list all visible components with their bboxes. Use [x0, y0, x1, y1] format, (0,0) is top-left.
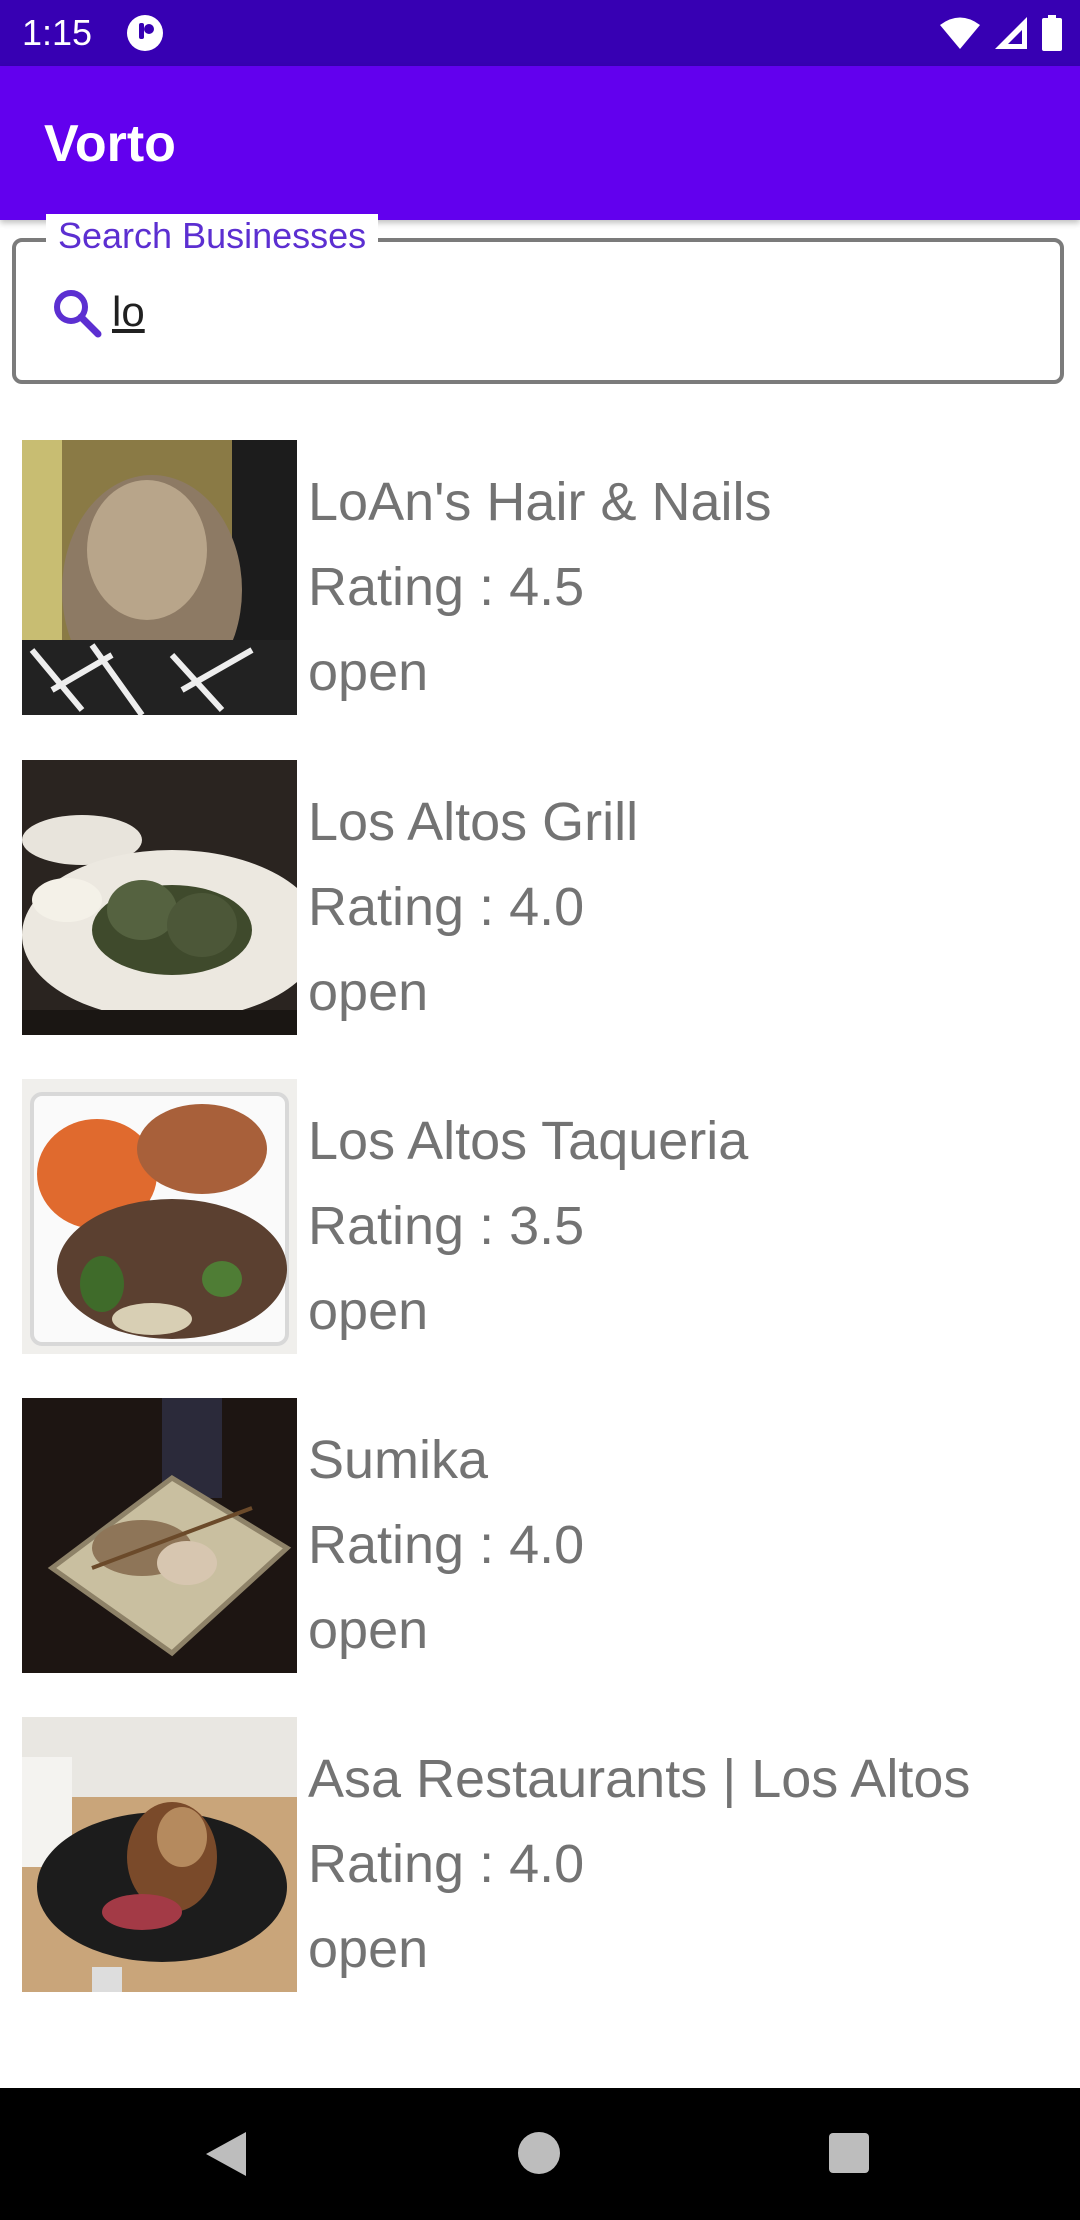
business-rating: Rating : 4.0 — [308, 1515, 585, 1575]
nav-recents-icon[interactable] — [829, 2133, 869, 2173]
status-bar: 1:15 — [0, 0, 1080, 66]
business-status: open — [308, 642, 429, 702]
app-title: Vorto — [44, 115, 176, 173]
search-icon — [54, 290, 102, 338]
cell-signal-icon — [995, 17, 1027, 49]
app-bar: Vorto — [0, 66, 1080, 220]
business-status: open — [308, 1600, 429, 1660]
business-rating: Rating : 4.0 — [308, 877, 585, 937]
business-status: open — [308, 1281, 429, 1341]
list-item[interactable]: LoAn's Hair & Nails Rating : 4.5 open — [0, 440, 1080, 716]
business-thumbnail — [22, 440, 297, 715]
business-name: Sumika — [308, 1430, 489, 1490]
business-status: open — [308, 1919, 429, 1979]
search-field[interactable]: Search Businesses — [12, 214, 1064, 384]
nav-home-icon[interactable] — [518, 2132, 560, 2174]
battery-icon — [1042, 15, 1062, 51]
business-thumbnail — [22, 1398, 297, 1673]
business-thumbnail — [22, 1079, 297, 1354]
search-input[interactable] — [112, 280, 992, 344]
business-thumbnail — [22, 1717, 297, 1992]
list-item[interactable]: Los Altos Taqueria Rating : 3.5 open — [0, 1079, 1080, 1355]
business-name: Asa Restaurants | Los Altos — [308, 1749, 971, 1809]
business-rating: Rating : 4.0 — [308, 1834, 585, 1894]
navigation-bar — [0, 2088, 1080, 2220]
business-name: Los Altos Taqueria — [308, 1111, 749, 1171]
business-rating: Rating : 3.5 — [308, 1196, 585, 1256]
search-label: Search Businesses — [46, 214, 379, 258]
list-item[interactable]: Los Altos Grill Rating : 4.0 open — [0, 760, 1080, 1036]
business-status: open — [308, 962, 429, 1022]
status-time: 1:15 — [22, 12, 93, 53]
business-thumbnail — [22, 760, 297, 1035]
list-item[interactable]: Sumika Rating : 4.0 open — [0, 1398, 1080, 1674]
list-item[interactable]: Asa Restaurants | Los Altos Rating : 4.0… — [0, 1717, 1080, 1993]
nav-back-icon[interactable] — [200, 2130, 248, 2178]
wifi-icon — [940, 17, 980, 49]
business-name: LoAn's Hair & Nails — [308, 472, 772, 532]
notification-app-icon — [127, 15, 163, 51]
business-rating: Rating : 4.5 — [308, 557, 585, 617]
business-name: Los Altos Grill — [308, 792, 639, 852]
